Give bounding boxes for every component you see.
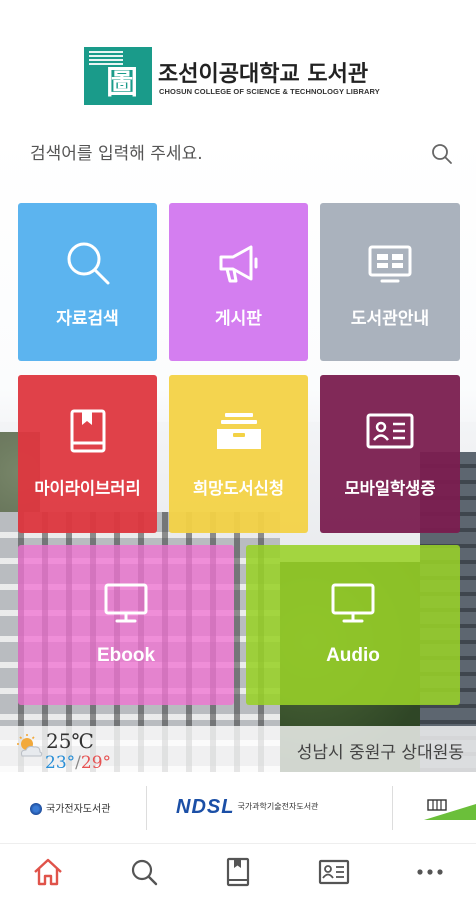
- tile-label: Audio: [326, 645, 380, 666]
- tile-label: Ebook: [96, 645, 156, 666]
- monitor-icon: [102, 581, 150, 629]
- partner-links: 국가전자도서관 NDSL 국가과학기술전자도서관: [0, 774, 476, 844]
- tile-book-request[interactable]: 희망도서신청: [169, 375, 308, 533]
- tile-search[interactable]: 자료검색: [18, 203, 157, 361]
- tile-label: 마이라이브러리: [34, 479, 141, 498]
- low-temperature: 23°: [45, 753, 76, 773]
- more-icon[interactable]: [414, 857, 446, 887]
- tile-audio[interactable]: Audio: [246, 545, 460, 705]
- tile-library-guide[interactable]: 도서관안내: [320, 203, 460, 361]
- high-temperature: 29°: [80, 753, 112, 773]
- tile-ebook[interactable]: Ebook: [18, 545, 234, 705]
- partner-national-digital-library[interactable]: 국가전자도서관: [30, 800, 110, 815]
- tile-my-library[interactable]: 마이라이브러리: [18, 375, 157, 533]
- megaphone-icon: [215, 239, 263, 291]
- library-logo: 圖: [84, 47, 152, 105]
- ndsl-logo: NDSL: [176, 796, 235, 818]
- id-card-icon[interactable]: [318, 857, 350, 887]
- search-bar: [18, 134, 460, 174]
- temperature-range: 23°/29°: [45, 753, 111, 773]
- search-icon[interactable]: [430, 142, 454, 166]
- tile-board[interactable]: 게시판: [169, 203, 308, 361]
- partner-logo-icon[interactable]: [424, 798, 476, 820]
- search-input[interactable]: [30, 138, 410, 170]
- partner-label: 국가과학기술전자도서관: [237, 802, 319, 811]
- library-title: 조선이공대학교 도서관: [158, 62, 369, 87]
- national-digital-library-icon: [30, 803, 42, 815]
- info-board-icon: [366, 239, 414, 291]
- library-subtitle: CHOSUN COLLEGE OF SCIENCE & TECHNOLOGY L…: [159, 87, 380, 96]
- home-icon[interactable]: [32, 857, 64, 887]
- partner-ndsl[interactable]: NDSL 국가과학기술전자도서관: [176, 796, 318, 819]
- partly-cloudy-icon: [14, 734, 44, 760]
- id-card-icon: [364, 407, 416, 459]
- divider: [146, 786, 147, 830]
- divider: [392, 786, 393, 830]
- weather-bar: 25℃ 23°/29° 성남시 중원구 상대원동: [0, 726, 476, 774]
- tile-label: 도서관안내: [350, 309, 430, 329]
- tile-mobile-student-id[interactable]: 모바일학생증: [320, 375, 460, 533]
- book-icon[interactable]: [222, 857, 254, 887]
- tile-label: 희망도서신청: [192, 479, 285, 498]
- book-icon: [66, 407, 110, 459]
- inbox-tray-icon: [213, 407, 265, 459]
- search-icon: [64, 239, 112, 291]
- tile-label: 게시판: [215, 309, 262, 329]
- logo-glyph: 圖: [106, 63, 139, 101]
- app-header: 圖 조선이공대학교 도서관 CHOSUN COLLEGE OF SCIENCE …: [0, 0, 476, 132]
- current-temperature: 25℃: [46, 729, 94, 753]
- bottom-navigation: [0, 845, 476, 900]
- weather-location: 성남시 중원구 상대원동: [296, 743, 464, 763]
- partner-label: 국가전자도서관: [46, 804, 111, 815]
- search-icon[interactable]: [128, 857, 160, 887]
- monitor-icon: [329, 581, 377, 629]
- tile-label: 자료검색: [56, 309, 119, 329]
- tile-label: 모바일학생증: [344, 479, 436, 498]
